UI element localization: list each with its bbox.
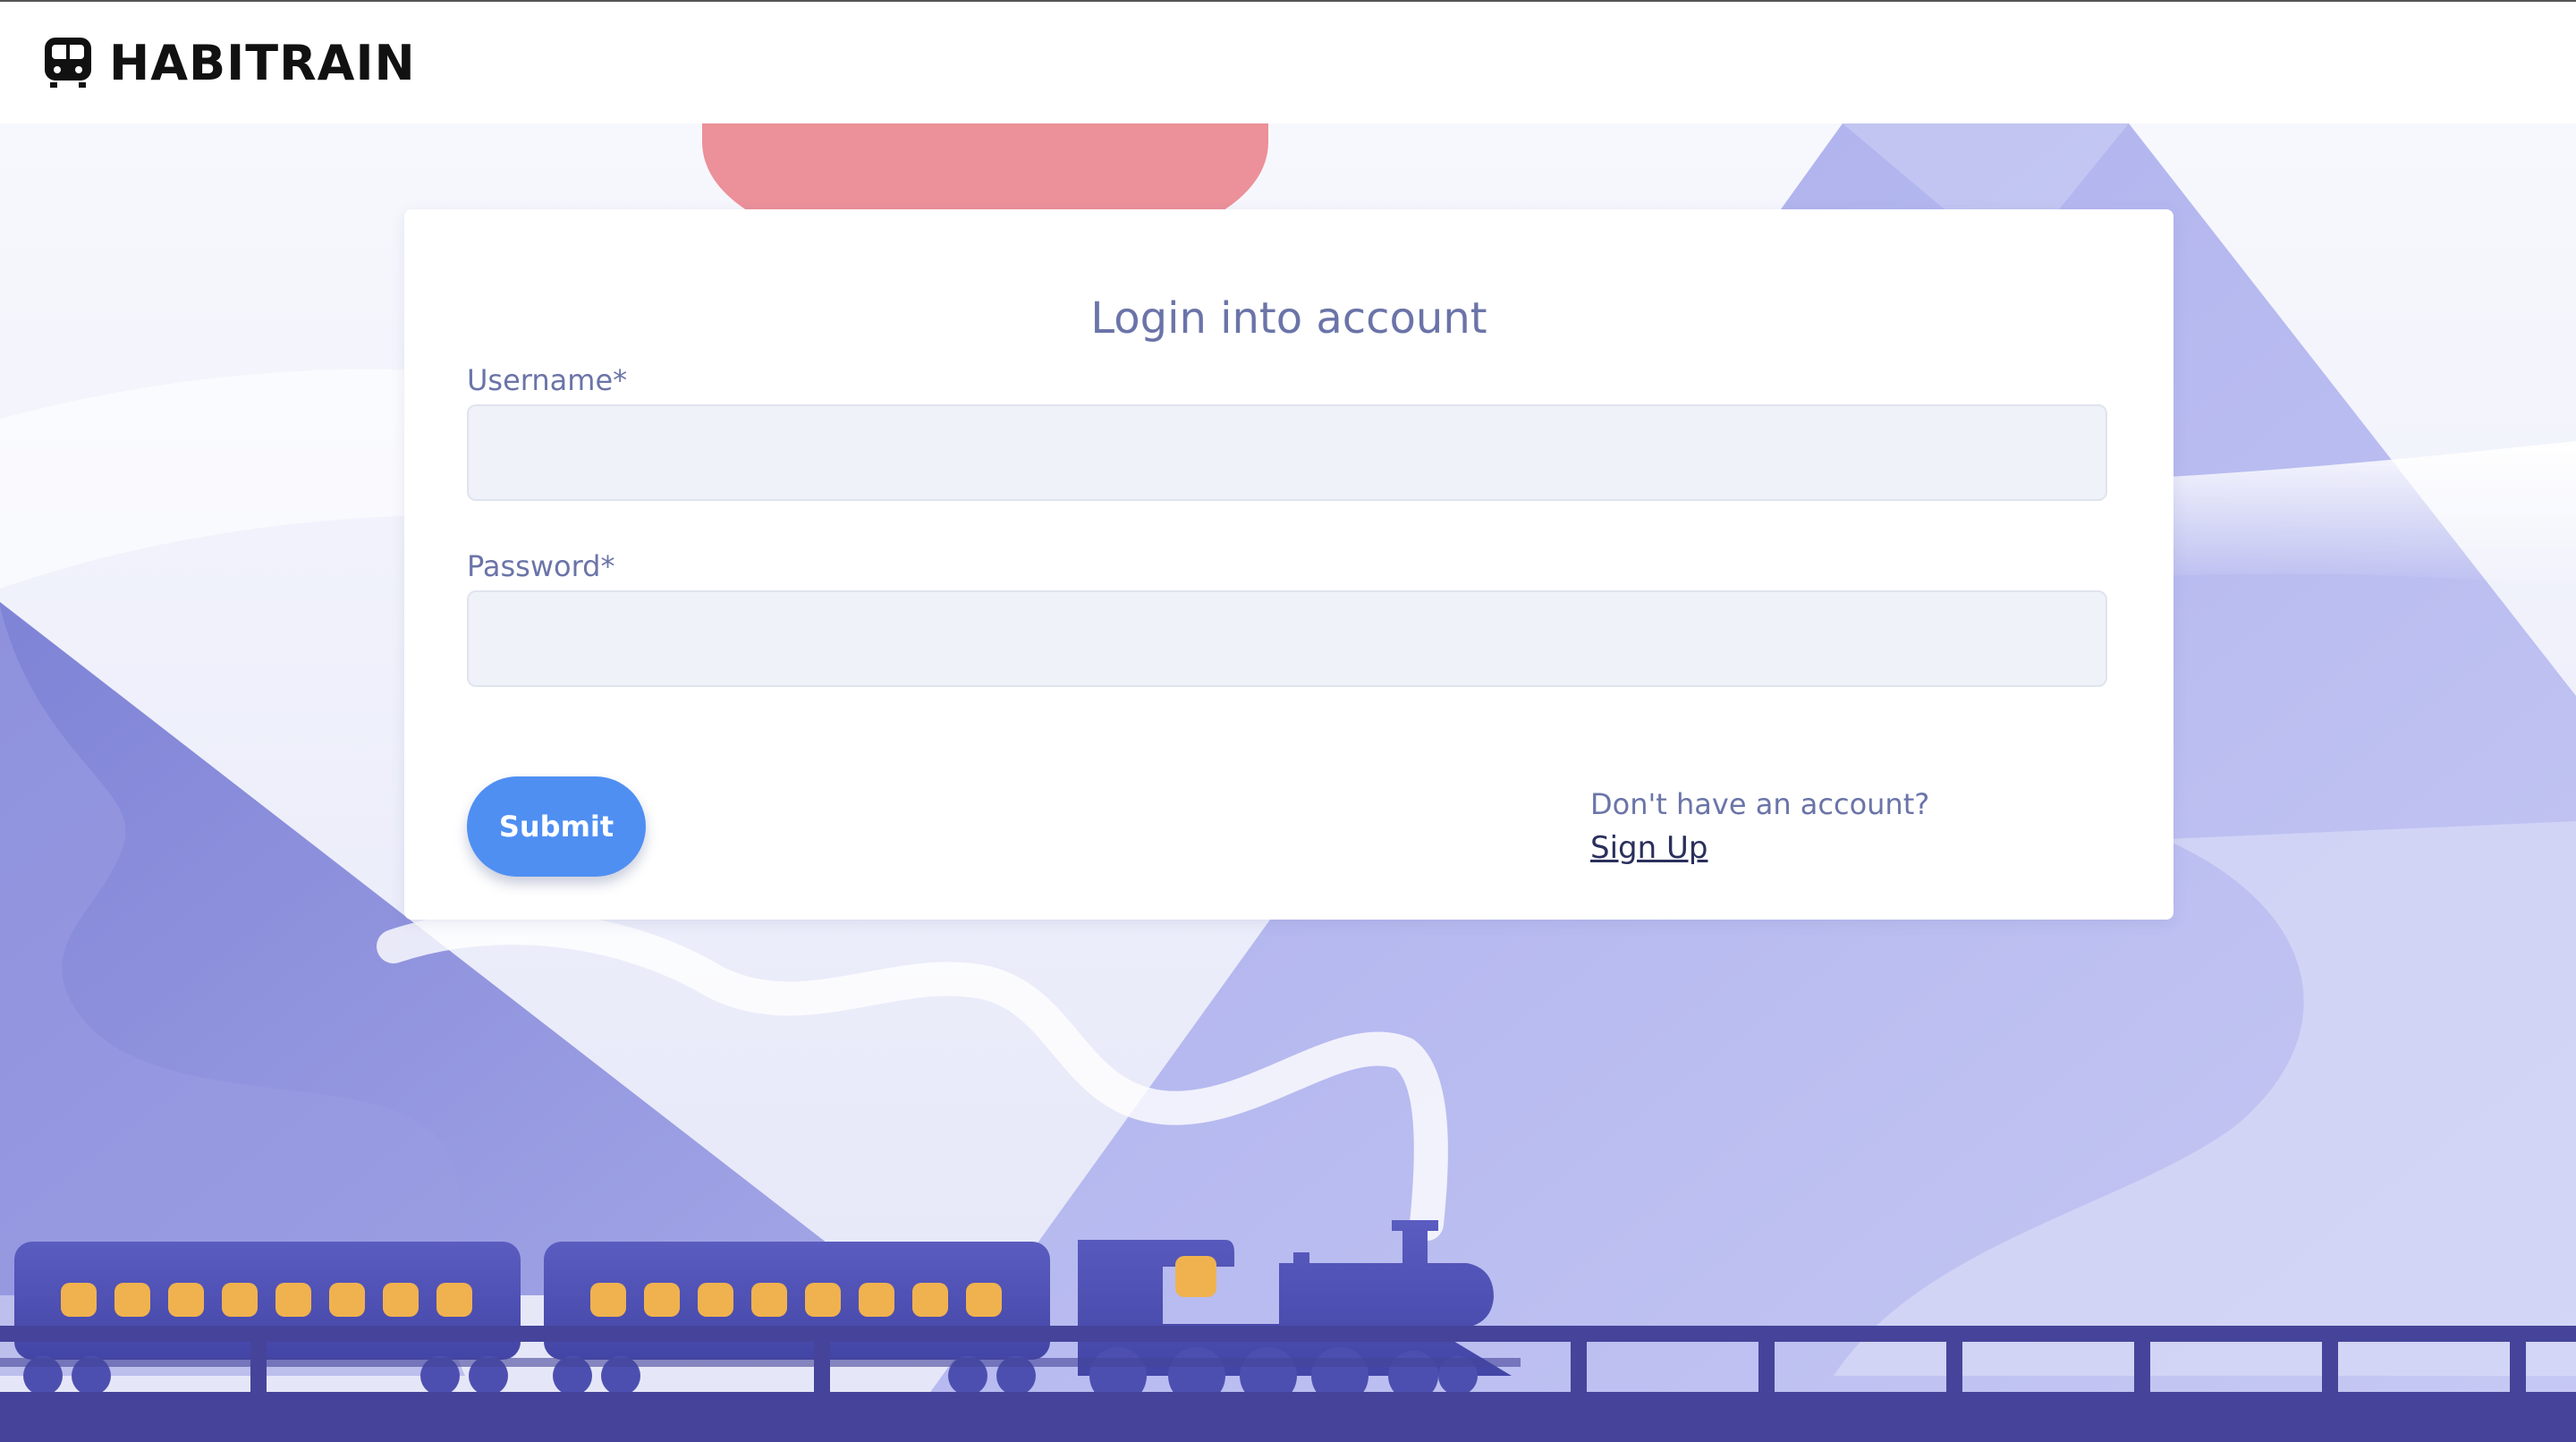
login-title: Login into account <box>1090 293 1487 344</box>
submit-button[interactable]: Submit <box>467 776 646 877</box>
brand-name: HABITRAIN <box>109 34 416 91</box>
train-icon <box>45 38 91 88</box>
login-card: Login into account Username* Password* S… <box>404 209 2174 920</box>
top-nav-bar: HABITRAIN <box>0 2 2576 123</box>
username-label: Username* <box>467 363 628 397</box>
signup-link[interactable]: Sign Up <box>1590 830 1707 866</box>
password-input[interactable] <box>467 590 2107 687</box>
signup-prompt: Don't have an account? <box>1590 787 1930 821</box>
password-label: Password* <box>467 549 615 583</box>
brand[interactable]: HABITRAIN <box>43 35 416 91</box>
username-input[interactable] <box>467 404 2107 501</box>
